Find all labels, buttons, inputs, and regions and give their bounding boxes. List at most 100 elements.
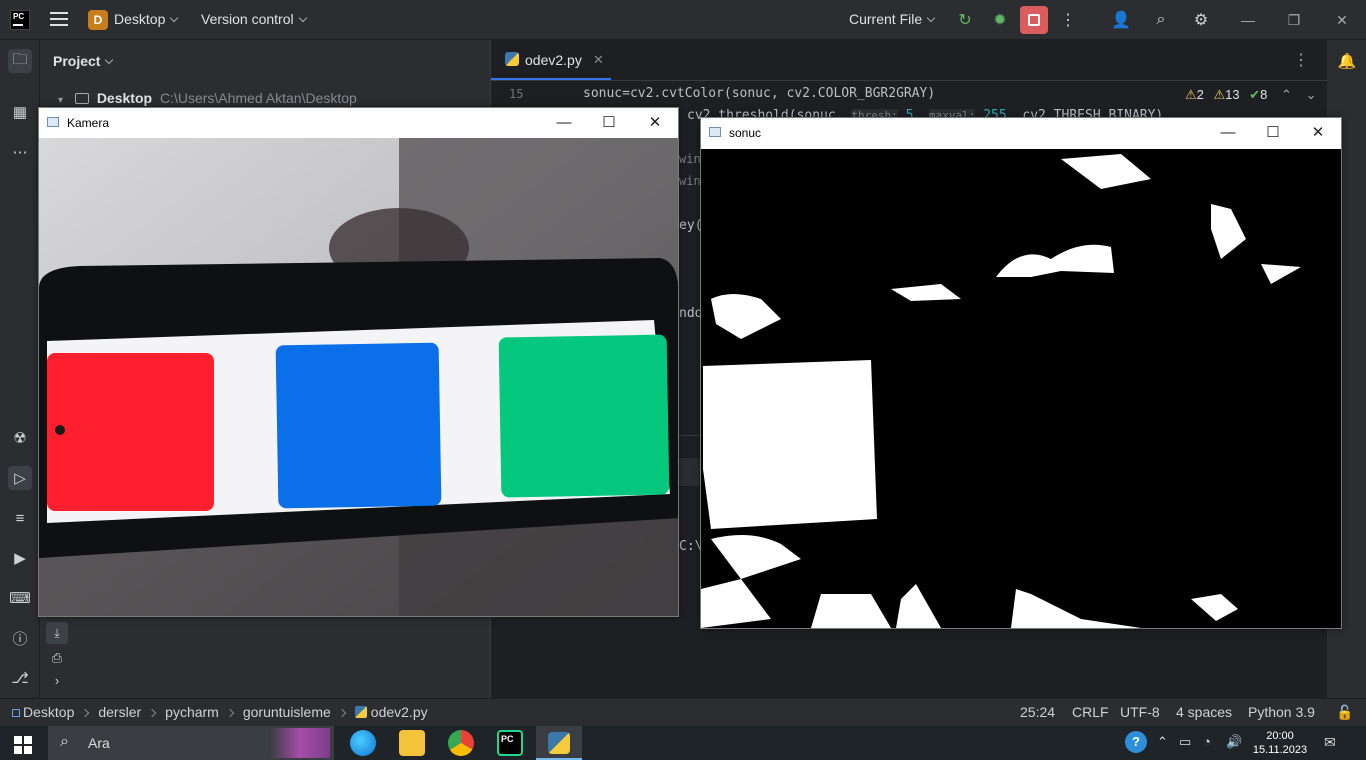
structure-icon[interactable]: ▦ bbox=[8, 100, 32, 124]
windows-start-icon[interactable] bbox=[14, 736, 32, 754]
chevron-right-icon bbox=[81, 708, 90, 718]
show-hidden-icons-chevron-icon[interactable]: ⌃ bbox=[1157, 734, 1168, 750]
breadcrumb-item[interactable]: goruntuisleme bbox=[243, 704, 331, 720]
warning-icon: ⚠ bbox=[1185, 87, 1197, 102]
chevron-down-icon bbox=[170, 13, 179, 23]
project-root-node[interactable]: ▾ Desktop C:\Users\Ahmed Aktan\Desktop bbox=[58, 90, 357, 106]
battery-icon[interactable]: ▭ bbox=[1179, 734, 1191, 750]
more-tools-icon[interactable]: ⋯ bbox=[8, 140, 32, 164]
file-explorer-icon[interactable] bbox=[399, 730, 425, 756]
add-user-icon[interactable]: 👤 bbox=[1107, 6, 1135, 34]
maximize-icon[interactable]: ☐ bbox=[1258, 122, 1288, 144]
git-icon[interactable]: ⎇ bbox=[8, 666, 32, 690]
result-window[interactable]: sonuc — ☐ ✕ bbox=[700, 117, 1342, 629]
next-highlight-icon[interactable]: ⌄ bbox=[1306, 87, 1317, 102]
minimize-icon[interactable]: — bbox=[1236, 8, 1260, 32]
main-menu-icon[interactable] bbox=[50, 12, 68, 28]
python-interpreter[interactable]: Python 3.9 bbox=[1248, 704, 1315, 720]
chevron-right-icon bbox=[225, 708, 235, 718]
folder-icon bbox=[74, 93, 89, 104]
tab-odev2[interactable]: odev2.py ✕ bbox=[491, 40, 611, 80]
close-icon[interactable]: ✕ bbox=[1303, 122, 1333, 144]
breadcrumb-item[interactable]: dersler bbox=[98, 704, 141, 720]
settings-gear-icon[interactable]: ⚙ bbox=[1187, 6, 1215, 34]
expand-icon[interactable]: › bbox=[46, 673, 68, 691]
green-block bbox=[498, 334, 670, 498]
expand-arrow-icon[interactable]: ▾ bbox=[58, 95, 63, 106]
more-actions-icon[interactable]: ⋮ bbox=[1054, 6, 1082, 34]
project-badge[interactable]: D bbox=[88, 10, 108, 30]
code-line[interactable]: sonuc=cv2.cvtColor(sonuc, cv2.COLOR_BGR2… bbox=[583, 86, 935, 101]
edge-browser-icon[interactable] bbox=[350, 730, 376, 756]
console-fragment: C:\ bbox=[679, 539, 703, 554]
result-window-titlebar[interactable]: sonuc — ☐ ✕ bbox=[701, 118, 1341, 148]
breadcrumb-item[interactable]: Desktop bbox=[23, 704, 74, 720]
red-block bbox=[47, 353, 214, 511]
left-tool-strip: 🗀 ▦ ⋯ ☢ ▷ ≡ ▶ ⌨ ⓘ ⎇ bbox=[0, 40, 40, 698]
minimize-icon[interactable]: — bbox=[1213, 122, 1243, 144]
prev-highlight-icon[interactable]: ⌃ bbox=[1281, 87, 1292, 102]
pycharm-taskbar-icon[interactable]: PC bbox=[497, 730, 523, 756]
indent-setting[interactable]: 4 spaces bbox=[1176, 704, 1232, 720]
caret-position[interactable]: 25:24 bbox=[1020, 704, 1055, 720]
problems-icon[interactable]: ⓘ bbox=[8, 626, 32, 650]
search-icon[interactable]: ⌕ bbox=[1147, 6, 1175, 34]
status-bar: Desktop dersler pycharm goruntuisleme odev2.… bbox=[0, 698, 1366, 726]
project-switcher[interactable]: Desktop bbox=[114, 11, 179, 27]
taskbar-search-box[interactable]: ⌕ Ara bbox=[48, 726, 334, 760]
help-icon[interactable]: ? bbox=[1125, 731, 1147, 753]
layers-icon[interactable]: ≡ bbox=[8, 506, 32, 530]
terminal-icon[interactable]: ⌨ bbox=[8, 586, 32, 610]
title-bar: PC D Desktop Version control Current Fil… bbox=[0, 0, 1366, 40]
line-separator[interactable]: CRLF bbox=[1072, 704, 1109, 720]
maximize-icon[interactable]: ☐ bbox=[594, 112, 624, 134]
threshold-frame bbox=[701, 149, 1341, 628]
breadcrumb-item[interactable]: odev2.py bbox=[371, 704, 428, 720]
services-icon[interactable]: ▶ bbox=[8, 546, 32, 570]
blue-block bbox=[275, 342, 442, 509]
project-panel-title[interactable]: Project bbox=[53, 53, 114, 69]
tab-divider bbox=[491, 80, 1327, 81]
chevron-down-icon bbox=[105, 55, 114, 65]
file-encoding[interactable]: UTF-8 bbox=[1120, 704, 1160, 720]
chevron-right-icon bbox=[147, 708, 157, 718]
python-file-icon bbox=[354, 706, 367, 718]
stop-button[interactable] bbox=[1020, 6, 1048, 34]
run-icon[interactable]: ▷ bbox=[8, 466, 32, 490]
camera-window-titlebar[interactable]: Kamera — ☐ ✕ bbox=[39, 108, 678, 138]
run-config-selector[interactable]: Current File bbox=[849, 11, 936, 27]
scroll-to-end-icon[interactable]: ⤓ bbox=[46, 622, 68, 644]
python-console-icon[interactable]: ☢ bbox=[8, 426, 32, 450]
restore-icon[interactable]: ❐ bbox=[1282, 8, 1306, 32]
project-folder-icon[interactable]: 🗀 bbox=[8, 49, 32, 73]
camera-frame bbox=[39, 138, 678, 616]
volume-icon[interactable]: 🔊 bbox=[1226, 734, 1242, 750]
chevron-down-icon bbox=[926, 13, 936, 23]
close-icon[interactable]: ✕ bbox=[640, 112, 670, 134]
python-taskbar-item[interactable] bbox=[536, 726, 582, 760]
close-tab-icon[interactable]: ✕ bbox=[593, 52, 604, 68]
debug-icon[interactable]: ✹ bbox=[986, 6, 1014, 34]
rerun-icon[interactable]: ↻ bbox=[951, 6, 979, 34]
close-icon[interactable]: ✕ bbox=[1330, 8, 1354, 32]
chrome-browser-icon[interactable] bbox=[448, 730, 474, 756]
project-name: Desktop bbox=[114, 11, 166, 27]
print-icon[interactable]: ⎙ bbox=[46, 650, 68, 668]
stop-icon bbox=[1028, 14, 1040, 26]
inspection-widget[interactable]: ⚠2 ⚠13 ✔8 ⌃ ⌄ bbox=[1185, 87, 1316, 103]
taskbar-clock[interactable]: 20:00 15.11.2023 bbox=[1252, 729, 1308, 757]
camera-image bbox=[39, 138, 678, 616]
lock-icon[interactable]: 🔓 bbox=[1336, 704, 1353, 721]
python-icon bbox=[548, 732, 570, 754]
typo-check-icon: ✔ bbox=[1249, 87, 1261, 102]
search-icon: ⌕ bbox=[60, 733, 69, 750]
wifi-icon[interactable]: ◔ bbox=[1203, 734, 1211, 749]
minimize-icon[interactable]: — bbox=[549, 112, 579, 134]
editor-more-icon[interactable]: ⋮ bbox=[1293, 50, 1309, 70]
camera-window[interactable]: Kamera — ☐ ✕ bbox=[38, 107, 679, 617]
notification-center-icon[interactable]: ✉ bbox=[1324, 734, 1336, 751]
notifications-bell-icon[interactable]: 🔔 bbox=[1335, 49, 1359, 73]
clock-time: 20:00 bbox=[1266, 730, 1294, 742]
breadcrumb-item[interactable]: pycharm bbox=[165, 704, 219, 720]
vcs-menu[interactable]: Version control bbox=[201, 11, 307, 27]
